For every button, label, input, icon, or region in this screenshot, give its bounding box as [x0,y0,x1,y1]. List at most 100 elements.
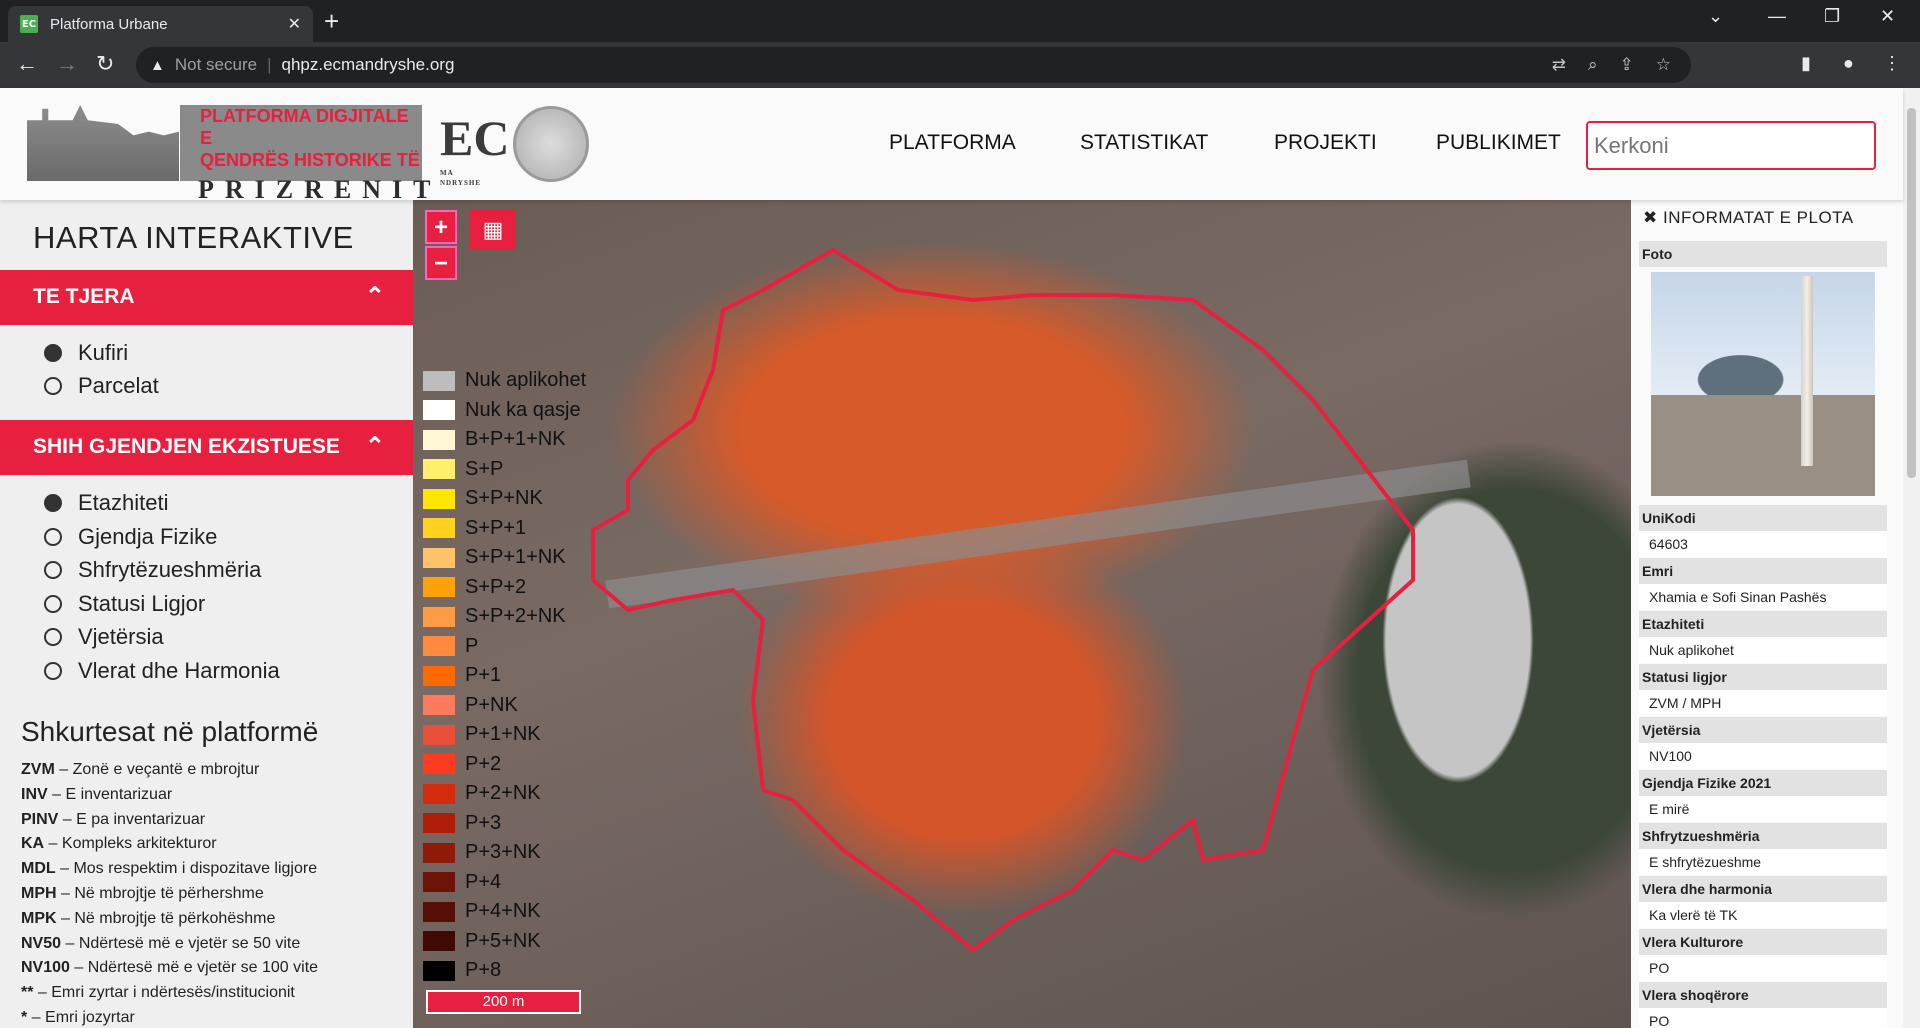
legend-swatch [423,931,455,951]
legend-item: S+P+1+NK [423,546,566,569]
radio-checked-icon[interactable] [44,494,62,512]
page-scrollbar[interactable] [1903,88,1920,1028]
radio-icon[interactable] [44,595,62,613]
layer-label: Gjendja Fizike [78,524,218,549]
scale-bar: 200 m [426,990,581,1014]
url-text: qhpz.ecmandryshe.org [281,55,455,74]
nav-publikimet[interactable]: PUBLIKIMET [1436,131,1561,155]
section-label: SHIH GJENDJEN EKZISTUESE [33,435,340,458]
info-field-value: E mirë [1639,796,1887,822]
info-field-value: Nuk aplikohet [1639,637,1887,663]
nav-platforma[interactable]: PLATFORMA [889,131,1016,155]
legend-label: P+8 [465,959,502,981]
layer-statusi-ligjor[interactable]: Statusi Ligjor [44,591,205,617]
close-tab-icon[interactable]: ✕ [288,14,301,34]
reload-button[interactable]: ↻ [96,52,114,76]
shortcut-abbr: MPK [21,909,57,927]
interactive-map[interactable]: + − ▦ Nuk aplikohet Nuk ka qasje B+P+1+NK S… [413,200,1631,1028]
bookmark-star-icon[interactable]: ☆ [1656,55,1671,75]
radio-icon[interactable] [44,628,62,646]
radio-icon[interactable] [44,528,62,546]
info-field-label: Etazhiteti [1639,611,1887,637]
layer-parcelat[interactable]: Parcelat [44,373,159,399]
back-button[interactable]: ← [16,52,38,76]
forward-button[interactable]: → [56,52,78,76]
shortcut-abbr: NV50 [21,934,62,952]
zoom-icon[interactable]: ⌕ [1588,55,1598,75]
shortcut-item: PINV – E pa inventarizuar [21,811,205,829]
close-icon[interactable]: ✖ [1643,208,1658,227]
legend-label: S+P+NK [465,487,543,509]
legend-swatch [423,960,455,981]
new-tab-button[interactable]: + [324,8,339,34]
legend-swatch [423,813,455,833]
share-icon[interactable]: ⇪ [1620,55,1634,75]
platform-logo-text[interactable]: PLATFORMA DIGJITALE E QENDRËS HISTORIKE … [180,105,430,204]
info-field-value: NV100 [1639,743,1887,769]
shortcut-text: – E inventarizuar [47,785,173,803]
legend-item: P+8 [423,959,501,982]
shortcut-text: – Zonë e veçantë e mbrojtur [54,761,260,778]
minaret-shape [1801,276,1813,466]
legend-swatch [423,754,455,774]
radio-checked-icon[interactable] [44,344,62,362]
info-field-label: UniKodi [1639,505,1887,531]
shortcut-text: – Ndërtesë më e vjetër se 100 vite [69,959,319,977]
browser-toolbar: ← → ↻ ▲ Not secure | qhpz.ecmandryshe.or… [0,42,1920,88]
zoom-out-button[interactable]: − [425,246,457,280]
info-panel-header: ✖ INFORMATAT E PLOTA [1643,208,1854,228]
section-te-tjera-header[interactable]: TE TJERA ⌃ [0,270,413,325]
nav-projekti[interactable]: PROJEKTI [1274,131,1377,155]
legend-swatch [423,606,455,627]
legend-item: P+1+NK [423,723,541,746]
zoom-in-button[interactable]: + [425,210,457,244]
restore-button[interactable]: ❐ [1824,6,1840,27]
legend-item: P+1 [423,664,501,687]
profile-icon[interactable]: ● [1843,53,1854,74]
close-window-button[interactable]: ✕ [1880,6,1895,27]
layer-label: Kufiri [78,340,129,365]
radio-icon[interactable] [44,377,62,395]
radio-icon[interactable] [44,662,62,680]
layer-gjendja-fizike[interactable]: Gjendja Fizike [44,524,217,550]
layer-label: Parcelat [78,373,159,398]
layers-sidebar: HARTA INTERAKTIVE TE TJERA ⌃ Kufiri Parc… [0,200,413,1028]
address-bar[interactable]: ▲ Not secure | qhpz.ecmandryshe.org ⇄ ⌕ … [136,47,1691,83]
layer-shfrytezueshmeria[interactable]: Shfrytëzueshmëria [44,557,261,583]
section-gjendja-header[interactable]: SHIH GJENDJEN EKZISTUESE ⌃ [0,420,413,475]
municipality-seal-logo[interactable] [513,106,589,182]
radio-icon[interactable] [44,561,62,579]
translate-icon[interactable]: ⇄ [1552,55,1566,75]
city-silhouette-logo[interactable] [27,105,179,181]
layer-kufiri[interactable]: Kufiri [44,340,128,366]
layer-vlerat-harmonia[interactable]: Vlerat dhe Harmonia [44,658,280,684]
browser-tab[interactable]: EC Platforma Urbane ✕ [8,6,313,42]
legend-item: B+P+1+NK [423,428,566,451]
building-photo[interactable] [1651,272,1875,496]
legend-item: P+NK [423,694,518,717]
search-input[interactable] [1586,121,1876,170]
info-field-value: Xhamia e Sofi Sinan Pashës [1639,584,1887,610]
info-field-label: Vjetërsia [1639,717,1887,743]
minimize-button[interactable]: — [1768,6,1786,27]
nav-statistikat[interactable]: STATISTIKAT [1080,131,1208,155]
basemap-toggle-icon[interactable]: ▦ [470,210,516,250]
logo-line-1: PLATFORMA DIGJITALE E [200,106,409,148]
layer-vjetersia[interactable]: Vjetërsia [44,624,164,650]
legend-label: S+P+1+NK [465,546,566,568]
shortcut-item: INV – E inventarizuar [21,786,172,804]
section-label: TE TJERA [33,285,135,308]
logo-line-2: QENDRËS HISTORIKE TË [200,150,420,170]
warning-icon[interactable]: ▲ [150,57,165,74]
legend-item: P+2+NK [423,782,541,805]
ec-logo-subtext: MA NDRYSHE [440,169,481,187]
ec-logo[interactable]: EC MA NDRYSHE [440,108,509,188]
layer-etazhiteti[interactable]: Etazhiteti [44,490,169,516]
tab-search-icon[interactable]: ⌄ [1708,6,1723,27]
scrollbar-thumb[interactable] [1907,108,1916,478]
info-field-label: Vlera dhe harmonia [1639,876,1887,902]
side-panel-icon[interactable]: ▮ [1801,53,1811,74]
menu-kebab-icon[interactable]: ⋮ [1883,53,1901,74]
legend-item: S+P+2+NK [423,605,566,628]
shortcut-item: NV100 – Ndërtesë më e vjetër se 100 vite [21,959,318,977]
